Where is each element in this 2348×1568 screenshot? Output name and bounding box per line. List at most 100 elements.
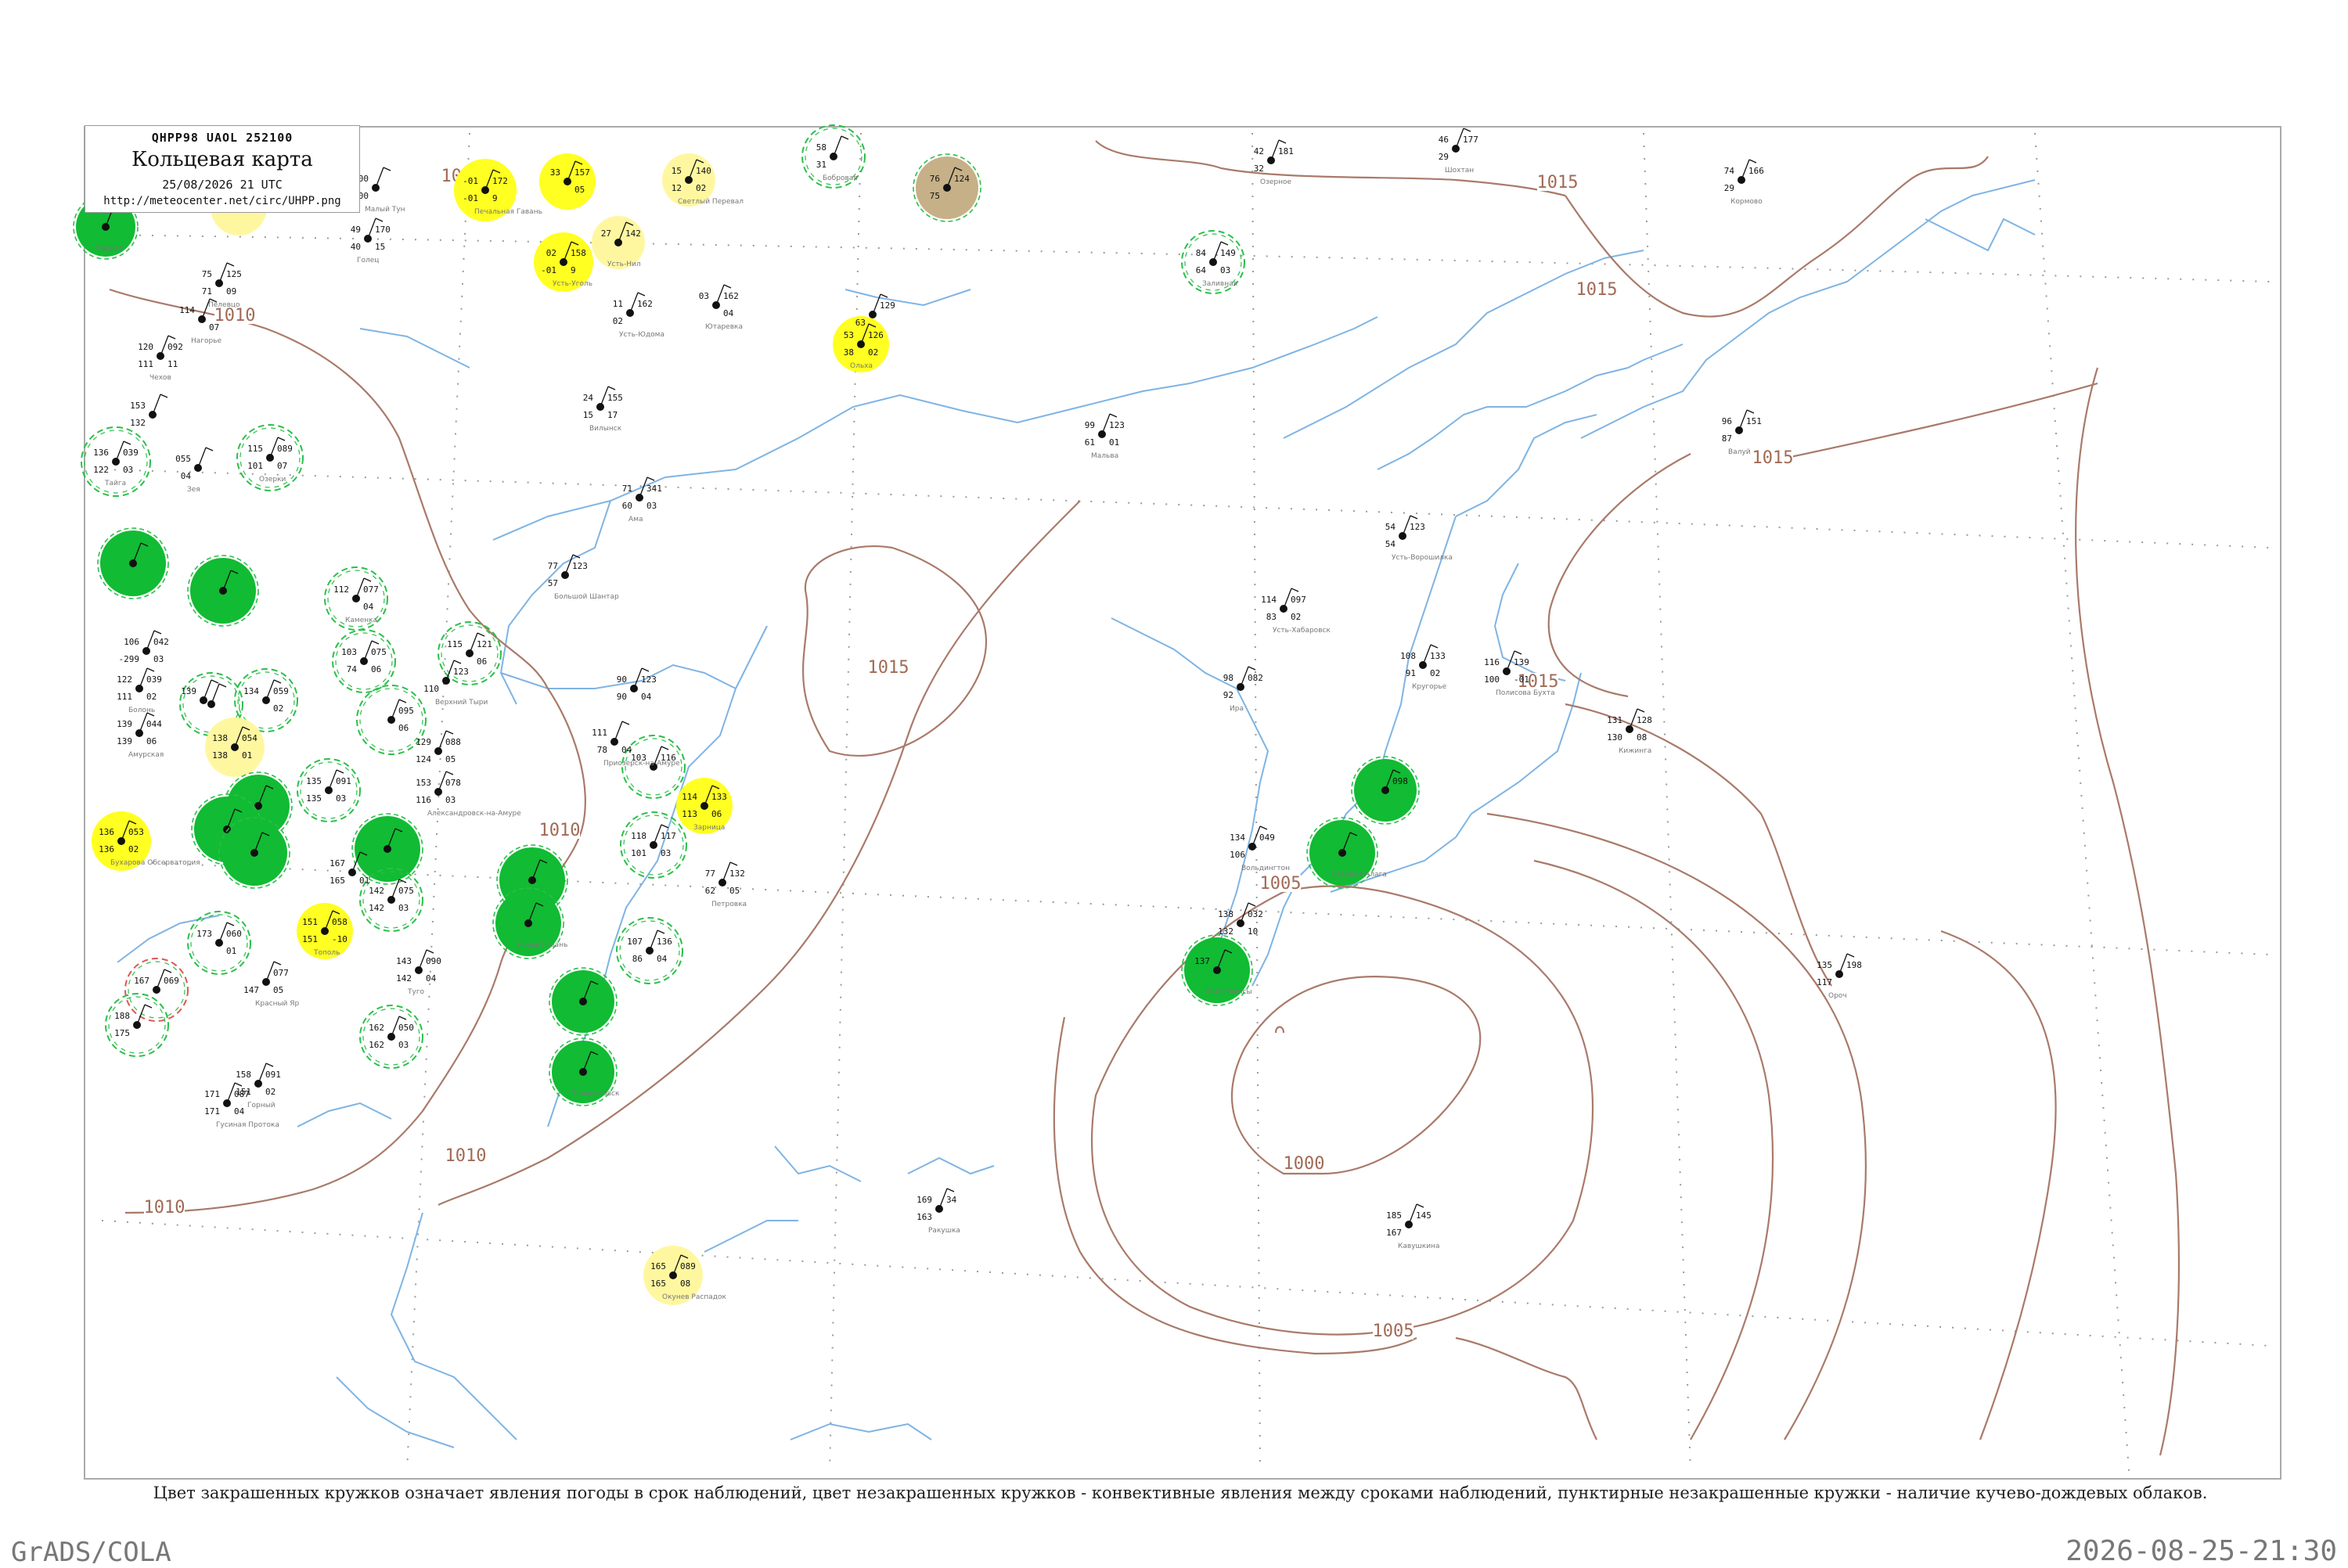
- station-temperature: 142: [369, 886, 384, 896]
- station-dewpoint: 147: [243, 985, 259, 995]
- station-name: Вольдингтон: [1241, 865, 1290, 872]
- station-name: Петровка: [711, 901, 747, 908]
- station-temperature: 75: [202, 269, 212, 279]
- station-dewpoint: 171: [204, 1106, 220, 1117]
- station-tendency: 07: [277, 461, 287, 471]
- station-tendency: 03: [398, 903, 409, 913]
- station-temperature: 24: [583, 393, 594, 403]
- wind-barb: [152, 394, 161, 415]
- weather-station: 15 140 12 02 Светлый Перевал: [662, 153, 744, 207]
- station-temperature: 42: [1254, 146, 1264, 156]
- station-dewpoint: 132: [130, 418, 146, 428]
- station-name: Озерное: [1260, 178, 1292, 186]
- footer-timestamp: 2026-08-25-21:30: [2065, 1535, 2337, 1567]
- station-dewpoint: 111: [138, 359, 153, 369]
- weather-station: 77 132 62 05 Петровка: [705, 861, 747, 908]
- weather-station: 0000Малый Тун: [358, 167, 405, 214]
- station-dewpoint: 111: [117, 692, 132, 702]
- station-temperature: 136: [93, 448, 109, 458]
- map-frame: [84, 126, 2281, 1480]
- station-name: Каменка: [345, 617, 377, 624]
- weather-station: 27 142 Усть-Нил: [592, 216, 645, 269]
- weather-station: 03 162 04 Ютаревка: [699, 284, 743, 331]
- station-tendency: 06: [146, 736, 157, 746]
- station-pressure: 158: [571, 248, 586, 258]
- weather-station: 74 166 29 Кормово: [1724, 159, 1764, 206]
- weather-station: Тальниковск: [549, 1038, 620, 1106]
- station-name: Усть-Ворошилка: [1392, 554, 1453, 562]
- station-tendency: 05: [445, 754, 456, 764]
- weather-station: 120 092111 11Чехов: [138, 335, 183, 382]
- station-name: Усть-Уголь: [553, 280, 592, 288]
- weather-station: 118 117 101 03: [620, 811, 687, 879]
- station-tendency: 03: [336, 793, 346, 804]
- station-dewpoint: 151: [302, 934, 318, 944]
- station-dewpoint: 29: [1724, 183, 1734, 193]
- station-temperature: 90: [617, 674, 627, 685]
- station-name: Кавушкина: [1398, 1243, 1439, 1250]
- footer-software: GrADS/COLA: [11, 1537, 171, 1568]
- weather-station: 136 053 136 02 Бухарова Обсерватория: [92, 811, 200, 871]
- weather-station: [187, 555, 259, 627]
- weather-station: [97, 527, 169, 599]
- station-dewpoint: 113: [682, 809, 697, 819]
- station-dewpoint: 83: [1266, 612, 1277, 622]
- station-name: Шохтан: [1445, 167, 1474, 174]
- station-dewpoint: -01: [463, 193, 478, 203]
- station-pressure: 177: [1463, 135, 1478, 145]
- weather-station: 173 060 01: [187, 911, 251, 975]
- station-tendency: 02: [1430, 668, 1440, 678]
- station-name: Усть-Нил: [607, 261, 641, 268]
- station-pressure: 123: [641, 674, 657, 685]
- station-pressure: 059: [273, 686, 289, 696]
- station-dewpoint: 100: [1484, 674, 1500, 685]
- station-layer: Фадива -01 172 -01 9 Печальная Гавань 33 157 05 2…: [73, 124, 1862, 1305]
- weather-station: 54 123 54 Усть-Ворошилка: [1385, 515, 1453, 562]
- station-tendency: 03: [398, 1040, 409, 1050]
- station-pressure: 149: [1220, 248, 1236, 258]
- station-tendency: 06: [477, 656, 487, 667]
- isobar-label: 1015: [1537, 173, 1579, 192]
- wind-barb: [833, 135, 842, 157]
- weather-station: 112 077 04 Каменка: [324, 566, 388, 631]
- station-temperature: 136: [99, 827, 114, 837]
- station-dewpoint: 31: [816, 160, 826, 170]
- station-name: Вилынск: [589, 425, 622, 433]
- station-tendency: 01: [359, 876, 369, 886]
- station-temperature: 49: [351, 225, 361, 235]
- map-title: Кольцевая карта: [131, 148, 313, 171]
- station-name: Кормово: [1730, 198, 1763, 206]
- station-pressure: 117: [661, 831, 676, 841]
- weather-station: 165 089 165 08 Окунев Распадок: [643, 1246, 726, 1305]
- station-dewpoint: 106: [1230, 850, 1245, 860]
- station-tendency: 02: [128, 844, 139, 854]
- station-temperature: 108: [1400, 651, 1416, 661]
- station-tendency: 05: [273, 985, 283, 995]
- wind-barb: [201, 298, 211, 320]
- station-tendency: 04: [621, 745, 632, 755]
- weather-station: 84 149 64 03 Заливная: [1181, 230, 1245, 294]
- station-name: Болонь: [128, 707, 155, 714]
- station-tendency: 03: [1220, 265, 1230, 275]
- station-dewpoint: 60: [622, 501, 632, 511]
- station-name: Мыс Полисы: [1206, 988, 1252, 996]
- weather-station: 90 123 90 04: [617, 667, 657, 702]
- weather-station: 138 054 138 01: [205, 717, 265, 777]
- station-temperature: 171: [204, 1089, 220, 1099]
- isobar-label: 1010: [445, 1146, 487, 1166]
- weather-station: 162 050 162 03: [359, 1005, 423, 1069]
- station-name: Тополь: [313, 949, 340, 957]
- weather-station: 107 136 86 04: [616, 917, 683, 984]
- isobar-label: 1015: [1752, 448, 1794, 468]
- weather-station: 169 34 163 Ракушка: [917, 1188, 960, 1235]
- station-name: Чехов: [149, 374, 171, 382]
- station-pressure: 142: [625, 228, 641, 239]
- bulletin-code: QHPP98 UAOL 252100: [151, 131, 294, 145]
- station-dewpoint: 04: [181, 471, 192, 481]
- station-name: Ольха: [850, 362, 873, 370]
- station-dewpoint: 165: [330, 876, 345, 886]
- station-temperature: 115: [447, 639, 463, 649]
- weather-station: 151 058 151 -10 Тополь: [297, 903, 353, 959]
- station-name: Кругорье: [1412, 683, 1447, 691]
- station-dewpoint: 54: [1385, 539, 1396, 549]
